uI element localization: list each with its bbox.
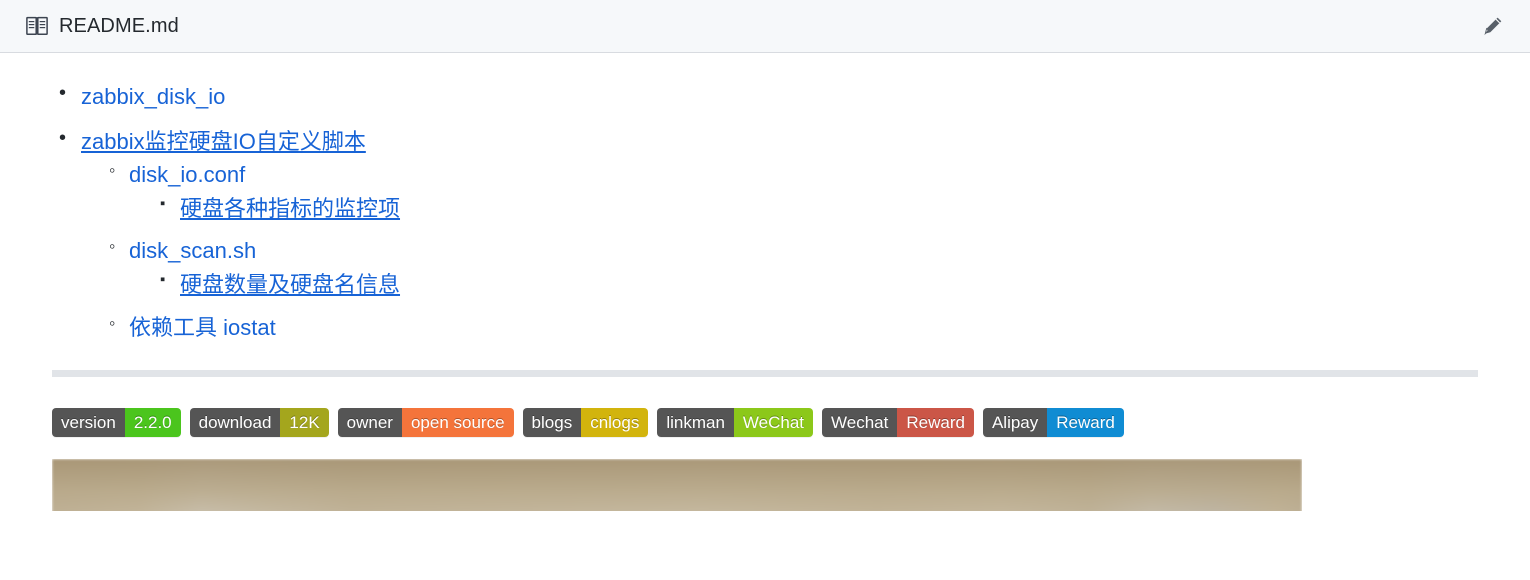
badge-label: owner <box>337 408 402 438</box>
page-title: README.md <box>59 14 179 37</box>
list-item: 硬盘数量及硬盘名信息 <box>160 270 1478 300</box>
file-header: README.md <box>0 0 1530 53</box>
readme-link-disk-scan-sh[interactable]: disk_scan.sh <box>129 238 256 263</box>
badge-row: version 2.2.0 download 12K owner open so… <box>52 408 1478 438</box>
badge-label: linkman <box>657 408 734 438</box>
badge-label: download <box>189 408 281 438</box>
badge-value: Reward <box>1047 408 1124 438</box>
list-item: 依赖工具 iostat <box>109 312 1478 343</box>
badge-label: blogs <box>522 408 582 438</box>
readme-link-zabbix-disk-io[interactable]: zabbix_disk_io <box>81 84 225 109</box>
badge-blogs[interactable]: blogs cnlogs <box>522 408 649 438</box>
badge-value: WeChat <box>733 408 814 438</box>
list-item: disk_io.conf 硬盘各种指标的监控项 <box>109 159 1478 224</box>
badge-linkman[interactable]: linkman WeChat <box>657 408 814 438</box>
readme-link-disk-count-names[interactable]: 硬盘数量及硬盘名信息 <box>180 272 400 297</box>
list-item: 硬盘各种指标的监控项 <box>160 194 1478 224</box>
badge-value: cnlogs <box>581 408 649 438</box>
readme-link-disk-metrics[interactable]: 硬盘各种指标的监控项 <box>180 196 400 221</box>
horizontal-rule <box>52 370 1478 378</box>
badge-value: 2.2.0 <box>124 408 181 438</box>
badge-value: open source <box>401 408 514 438</box>
list-item: disk_scan.sh 硬盘数量及硬盘名信息 <box>109 235 1478 300</box>
badge-wechat-reward[interactable]: Wechat Reward <box>822 408 974 438</box>
readme-link-disk-io-conf[interactable]: disk_io.conf <box>129 162 245 187</box>
badge-version[interactable]: version 2.2.0 <box>52 408 181 438</box>
badge-value: 12K <box>280 408 329 438</box>
readme-photo-image <box>52 459 1302 512</box>
list-item: zabbix监控硬盘IO自定义脚本 disk_io.conf 硬盘各种指标的监控… <box>59 125 1478 343</box>
readme-link-zabbix-script[interactable]: zabbix监控硬盘IO自定义脚本 <box>81 129 366 154</box>
pencil-icon <box>1483 16 1503 36</box>
badge-download[interactable]: download 12K <box>189 408 329 438</box>
edit-file-button[interactable] <box>1478 11 1508 41</box>
file-header-left: README.md <box>26 15 179 38</box>
badge-label: Wechat <box>822 408 898 438</box>
badge-owner[interactable]: owner open source <box>337 408 514 438</box>
badge-value: Reward <box>897 408 974 438</box>
badge-alipay-reward[interactable]: Alipay Reward <box>982 408 1124 438</box>
badge-label: Alipay <box>982 408 1048 438</box>
readme-sublist: disk_io.conf 硬盘各种指标的监控项 disk_scan.sh 硬盘数… <box>81 159 1478 343</box>
open-book-icon <box>26 16 48 36</box>
badge-label: version <box>52 408 125 438</box>
readme-sublist: 硬盘数量及硬盘名信息 <box>129 270 1478 300</box>
readme-outline-list: zabbix_disk_io zabbix监控硬盘IO自定义脚本 disk_io… <box>52 80 1478 343</box>
readme-link-iostat-dependency[interactable]: 依赖工具 iostat <box>129 315 276 340</box>
readme-sublist: 硬盘各种指标的监控项 <box>129 194 1478 224</box>
readme-content: zabbix_disk_io zabbix监控硬盘IO自定义脚本 disk_io… <box>0 53 1530 512</box>
list-item: zabbix_disk_io <box>59 80 1478 112</box>
readme-photo <box>52 459 1302 512</box>
